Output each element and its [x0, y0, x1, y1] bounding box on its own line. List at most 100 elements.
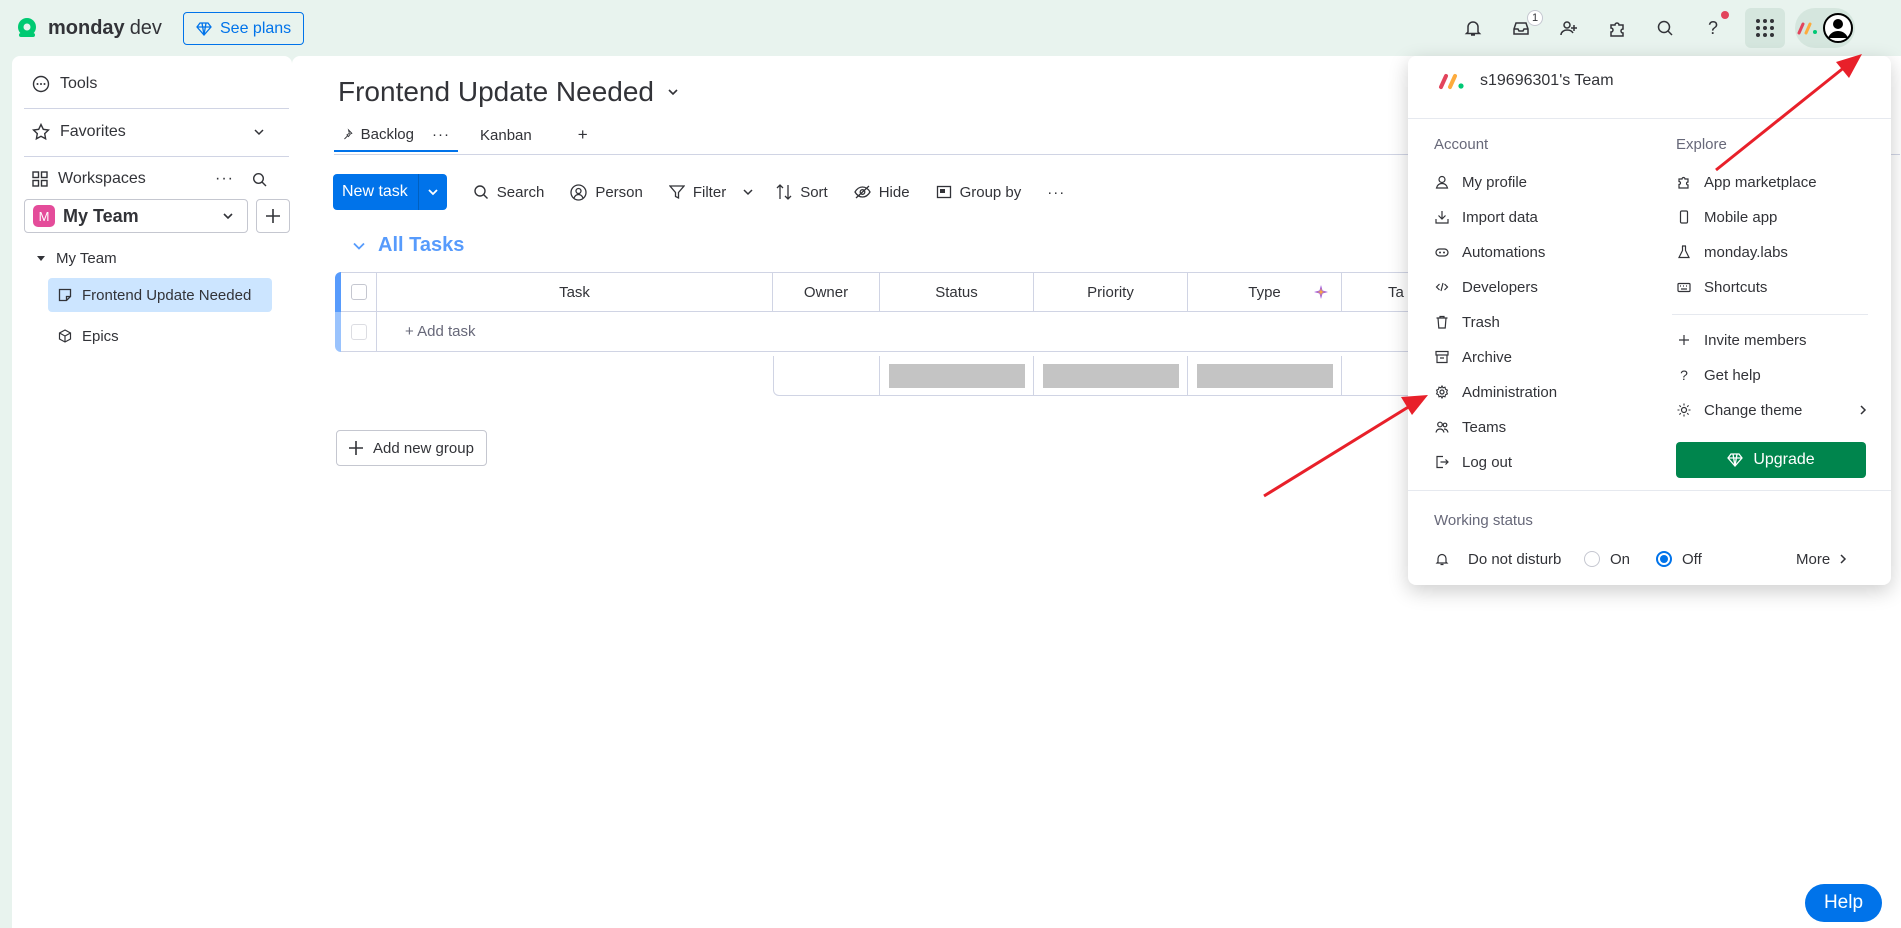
search-button[interactable]: Search	[473, 184, 544, 201]
summary-cell-type[interactable]	[1188, 356, 1342, 396]
chevron-down-icon	[428, 189, 438, 196]
menu-item-my-profile[interactable]: My profile	[1434, 167, 1527, 197]
menu-item-monday-labs[interactable]: monday.labs	[1676, 237, 1788, 267]
new-task-dropdown[interactable]	[419, 186, 447, 198]
new-task-button[interactable]: New task	[333, 174, 447, 210]
notifications-icon[interactable]	[1455, 10, 1491, 46]
add-workspace-item-button[interactable]	[256, 199, 290, 233]
invite-person-icon[interactable]	[1551, 10, 1587, 46]
account-button[interactable]	[1795, 8, 1855, 48]
person-circle-icon	[570, 183, 587, 201]
sidebar-divider	[24, 156, 289, 157]
menu-item-administration[interactable]: Administration	[1434, 377, 1557, 407]
menu-team-header[interactable]: s19696301's Team	[1438, 72, 1614, 90]
menu-item-app-marketplace[interactable]: App marketplace	[1676, 167, 1817, 197]
sidebar-tools[interactable]: Tools	[12, 66, 289, 102]
mobile-icon	[1679, 210, 1689, 224]
eye-off-icon	[853, 185, 871, 199]
sort-button[interactable]: Sort	[776, 184, 828, 201]
see-plans-label: See plans	[220, 19, 292, 37]
sidebar-workspaces[interactable]: Workspaces ···	[12, 161, 289, 197]
inbox-icon[interactable]: 1	[1503, 10, 1544, 46]
filter-button[interactable]: Filter	[668, 184, 754, 201]
menu-item-trash[interactable]: Trash	[1434, 307, 1500, 337]
menu-item-archive[interactable]: Archive	[1434, 342, 1512, 372]
left-sidebar: Tools Favorites Workspaces ··· M My Team…	[12, 56, 292, 928]
diamond-icon	[1727, 453, 1744, 467]
dnd-off-radio[interactable]	[1656, 551, 1672, 567]
search-icon	[474, 185, 488, 199]
add-task-input[interactable]: + Add task	[377, 312, 1432, 352]
group-by-button[interactable]: Group by	[936, 184, 1021, 201]
working-status-more-button[interactable]: More	[1796, 544, 1848, 574]
menu-item-automations[interactable]: Automations	[1434, 237, 1545, 267]
column-header-type[interactable]: Type	[1188, 272, 1342, 312]
column-header-owner[interactable]: Owner	[773, 272, 880, 312]
tab-backlog[interactable]: Backlog ···	[334, 118, 458, 152]
sidebar-favorites[interactable]: Favorites	[12, 114, 289, 150]
column-header-task[interactable]: Task	[377, 272, 773, 312]
chevron-down-icon[interactable]	[742, 186, 754, 198]
sidebar-panel: Tools Favorites Workspaces ··· M My Team…	[12, 56, 292, 928]
plus-icon	[1679, 335, 1689, 345]
chevron-down-icon[interactable]	[352, 239, 366, 253]
menu-item-developers[interactable]: Developers	[1434, 272, 1538, 302]
sidebar-tree-root[interactable]: My Team	[12, 240, 289, 276]
select-all-checkbox[interactable]	[350, 284, 367, 300]
group-title[interactable]: All Tasks	[378, 234, 464, 257]
upgrade-button[interactable]: Upgrade	[1676, 442, 1866, 478]
menu-item-shortcuts[interactable]: Shortcuts	[1676, 272, 1767, 302]
person-label: Person	[595, 183, 643, 201]
search-icon[interactable]	[1647, 10, 1683, 46]
add-view-button[interactable]: +	[570, 118, 596, 152]
group-header[interactable]: All Tasks	[352, 234, 464, 257]
menu-item-mobile-app[interactable]: Mobile app	[1676, 202, 1777, 232]
person-filter-button[interactable]: Person	[570, 184, 643, 201]
workspaces-more-icon[interactable]: ···	[215, 170, 234, 188]
column-header-priority[interactable]: Priority	[1034, 272, 1188, 312]
help-question-icon[interactable]: ?	[1695, 10, 1731, 46]
sort-icon	[776, 184, 792, 200]
apps-grid-icon[interactable]	[1745, 8, 1785, 48]
summary-cell-status[interactable]	[880, 356, 1034, 396]
monday-logo[interactable]: monday dev	[14, 15, 162, 41]
menu-item-invite-members[interactable]: Invite members	[1676, 325, 1807, 355]
workspace-search-icon[interactable]	[252, 172, 267, 187]
row-checkbox[interactable]	[350, 323, 367, 340]
tab-kanban[interactable]: Kanban	[472, 118, 540, 152]
summary-cell-priority[interactable]	[1034, 356, 1188, 396]
ai-sparkle-icon[interactable]	[1313, 284, 1329, 300]
tab-more-icon[interactable]: ···	[432, 126, 450, 143]
workspace-selector[interactable]: M My Team	[24, 199, 248, 233]
menu-item-teams[interactable]: Teams	[1434, 412, 1506, 442]
menu-item-label: Get help	[1704, 366, 1761, 384]
sidebar-item-epics[interactable]: Epics	[48, 318, 272, 354]
add-view-label: +	[577, 125, 588, 144]
menu-item-get-help[interactable]: ? Get help	[1676, 360, 1761, 390]
menu-item-import-data[interactable]: Import data	[1434, 202, 1538, 232]
inbox-badge: 1	[1527, 10, 1544, 26]
hide-button[interactable]: Hide	[853, 184, 910, 201]
diamond-icon	[196, 21, 212, 36]
star-icon	[32, 123, 50, 141]
integrations-icon[interactable]	[1599, 10, 1635, 46]
add-new-group-button[interactable]: Add new group	[336, 430, 487, 466]
monday-mini-logo-icon	[1797, 22, 1817, 35]
dnd-off-option[interactable]: Off	[1656, 544, 1702, 574]
column-header-status[interactable]: Status	[880, 272, 1034, 312]
flask-icon	[1678, 245, 1690, 259]
chevron-down-icon	[254, 129, 264, 136]
dnd-on-radio[interactable]	[1584, 551, 1600, 567]
toolbar-more-icon[interactable]: ···	[1047, 184, 1065, 201]
menu-item-change-theme[interactable]: Change theme	[1676, 395, 1872, 425]
help-button[interactable]: Help	[1805, 884, 1882, 922]
sidebar-item-frontend-update-needed[interactable]: Frontend Update Needed	[48, 278, 272, 312]
summary-cell-owner	[773, 356, 880, 396]
see-plans-button[interactable]: See plans	[183, 12, 305, 45]
board-title[interactable]: Frontend Update Needed	[338, 76, 680, 108]
gear-icon	[1435, 385, 1449, 399]
menu-item-log-out[interactable]: Log out	[1434, 447, 1512, 477]
sidebar-divider	[24, 108, 289, 109]
menu-item-label: Shortcuts	[1704, 278, 1768, 296]
dnd-on-option[interactable]: On	[1584, 544, 1630, 574]
